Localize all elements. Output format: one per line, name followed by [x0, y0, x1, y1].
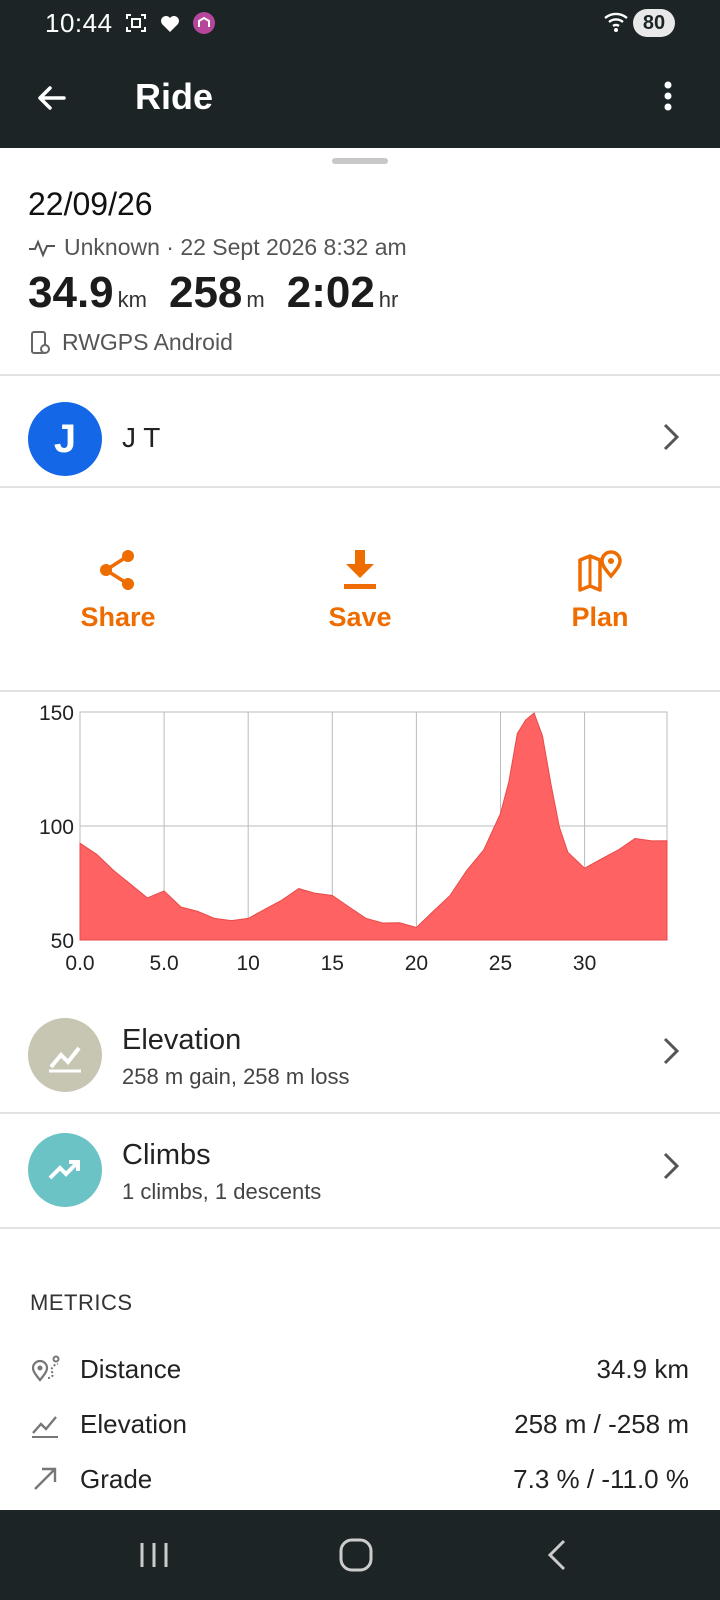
home-icon[interactable]: [326, 1535, 386, 1575]
activity-info: Unknown · 22 Sept 2026 8:32 am: [64, 234, 407, 260]
metric-row-elevation: Elevation 258 m / -258 m: [0, 1401, 720, 1449]
avatar: J: [28, 402, 102, 476]
system-nav-bar: [0, 1510, 720, 1600]
elevation-title: Elevation: [122, 1024, 242, 1056]
activity-pulse-icon: [29, 238, 55, 258]
save-label: Save: [328, 602, 392, 632]
page-title: Ride: [135, 76, 214, 117]
user-name: J T: [122, 422, 161, 453]
x-tick-label: 30: [573, 952, 596, 975]
stat-duration-unit: hr: [378, 287, 399, 312]
plan-button[interactable]: Plan: [530, 546, 670, 633]
status-time: 10:44: [45, 8, 113, 38]
climbs-title: Climbs: [122, 1139, 211, 1171]
x-tick-label: 25: [489, 952, 512, 975]
metrics-heading: METRICS: [30, 1290, 133, 1315]
distance-icon: [31, 1355, 60, 1382]
app-bar: Ride: [0, 48, 720, 148]
ride-stats: 34.9 km 258 m 2:02 hr: [28, 268, 398, 318]
metric-value: 7.3 % / -11.0 %: [513, 1464, 689, 1494]
divider: [0, 1112, 720, 1114]
metric-row-distance: Distance 34.9 km: [0, 1346, 720, 1394]
chevron-right-icon: [663, 1152, 680, 1180]
status-bar: 10:44 80: [0, 0, 720, 48]
trending-up-icon: [48, 1160, 80, 1180]
avatar-initial: J: [53, 416, 77, 461]
nav-back-icon[interactable]: [528, 1535, 588, 1575]
stat-elevation-unit: m: [246, 287, 265, 312]
elevation-area: [79, 712, 668, 941]
app-notification-icon: [193, 12, 215, 34]
action-buttons: Share Save Plan: [0, 496, 720, 690]
elevation-chart[interactable]: 0.0 5.0 10 15 20 25 30 150 100 50: [0, 700, 720, 990]
activity-line: Unknown · 22 Sept 2026 8:32 am: [28, 234, 407, 261]
y-tick-label: 150: [39, 702, 74, 725]
x-tick-label: 5.0: [149, 952, 178, 975]
plan-label: Plan: [571, 602, 629, 632]
elevation-trend-icon: [49, 1046, 81, 1073]
x-tick-label: 15: [321, 952, 344, 975]
stat-elevation-value: 258: [168, 268, 243, 317]
device-icon: [31, 330, 50, 354]
battery-indicator: 80: [633, 9, 675, 37]
metric-label: Distance: [80, 1354, 182, 1384]
wifi-icon: [604, 12, 628, 32]
share-label: Share: [80, 602, 156, 632]
ride-date: 22/09/26: [28, 186, 153, 222]
sheet-drag-handle[interactable]: [332, 158, 388, 164]
x-tick-label: 0.0: [65, 952, 94, 975]
divider: [0, 690, 720, 692]
metric-label: Grade: [80, 1464, 153, 1494]
elevation-badge: [28, 1018, 102, 1092]
elevation-subtitle: 258 m gain, 258 m loss: [122, 1064, 350, 1089]
device-name: RWGPS Android: [62, 329, 233, 355]
share-button[interactable]: Share: [48, 546, 188, 633]
metric-label: Elevation: [80, 1409, 187, 1439]
climbs-badge: [28, 1133, 102, 1207]
grade-icon: [34, 1467, 57, 1490]
back-arrow-icon[interactable]: [30, 76, 74, 120]
recents-icon[interactable]: [124, 1535, 184, 1575]
stat-elevation: 258 m: [169, 268, 265, 318]
download-icon: [344, 550, 376, 589]
ride-summary: 22/09/26 Unknown · 22 Sept 2026 8:32 am …: [28, 186, 407, 355]
share-icon: [100, 550, 134, 590]
stat-distance-unit: km: [117, 287, 147, 312]
divider: [0, 374, 720, 376]
chevron-right-icon: [663, 1037, 680, 1065]
stat-distance: 34.9 km: [28, 268, 147, 318]
x-tick-label: 10: [237, 952, 260, 975]
map-pin-icon: [578, 550, 622, 592]
metric-value: 258 m / -258 m: [514, 1409, 689, 1439]
climbs-subtitle: 1 climbs, 1 descents: [122, 1179, 322, 1204]
chevron-right-icon: [663, 423, 680, 451]
divider: [0, 486, 720, 488]
status-notification-icons: [124, 11, 216, 35]
y-tick-label: 50: [51, 930, 74, 953]
divider: [0, 1227, 720, 1229]
heart-icon: [161, 16, 179, 32]
stat-duration: 2:02 hr: [287, 268, 399, 318]
elevation-row[interactable]: Elevation 258 m gain, 258 m loss: [0, 1000, 720, 1112]
climbs-row[interactable]: Climbs 1 climbs, 1 descents: [0, 1115, 720, 1227]
x-tick-label: 20: [405, 952, 428, 975]
device-line: RWGPS Android: [28, 329, 233, 356]
screenshot-icon: [126, 14, 146, 32]
more-options-icon[interactable]: [656, 74, 680, 122]
stat-duration-value: 2:02: [286, 268, 375, 317]
metric-row-grade: Grade 7.3 % / -11.0 %: [0, 1456, 720, 1504]
metric-value: 34.9 km: [596, 1354, 690, 1384]
stat-distance-value: 34.9: [28, 268, 114, 317]
user-row[interactable]: J J T: [0, 382, 720, 496]
y-tick-label: 100: [39, 816, 74, 839]
elevation-icon: [32, 1416, 58, 1438]
save-button[interactable]: Save: [290, 546, 430, 633]
